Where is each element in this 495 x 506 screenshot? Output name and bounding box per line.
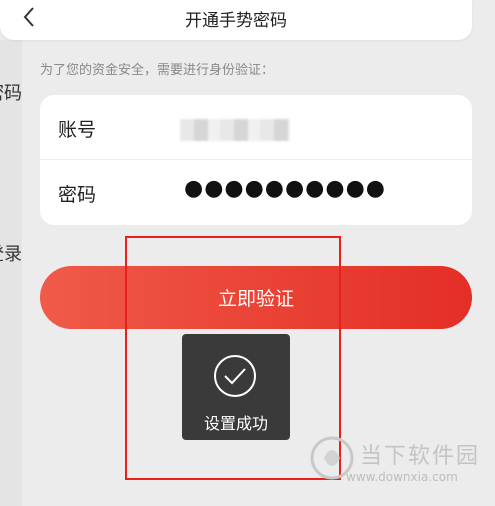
header-bar: 开通手势密码 <box>0 0 472 40</box>
credentials-card: 账号 密码 ●●●●●●●●●● <box>40 95 472 225</box>
account-label: 账号 <box>58 119 97 141</box>
password-label: 密码 <box>58 184 97 206</box>
background-page-strip <box>0 40 22 506</box>
page-title: 开通手势密码 <box>185 11 287 31</box>
background-text-fragment: 登录 <box>0 244 22 265</box>
password-field[interactable]: ●●●●●●●●●● <box>184 176 386 201</box>
account-row[interactable]: 账号 <box>40 95 472 160</box>
highlight-box <box>125 236 341 480</box>
password-row[interactable]: 密码 ●●●●●●●●●● <box>40 160 472 224</box>
watermark-url: www.downxia.com <box>346 470 458 484</box>
account-value-masked <box>180 119 290 141</box>
background-text-fragment: 密码 <box>0 83 22 104</box>
verification-hint: 为了您的资金安全，需要进行身份验证： <box>40 63 275 78</box>
watermark-brand: 当下软件园 <box>360 444 481 469</box>
